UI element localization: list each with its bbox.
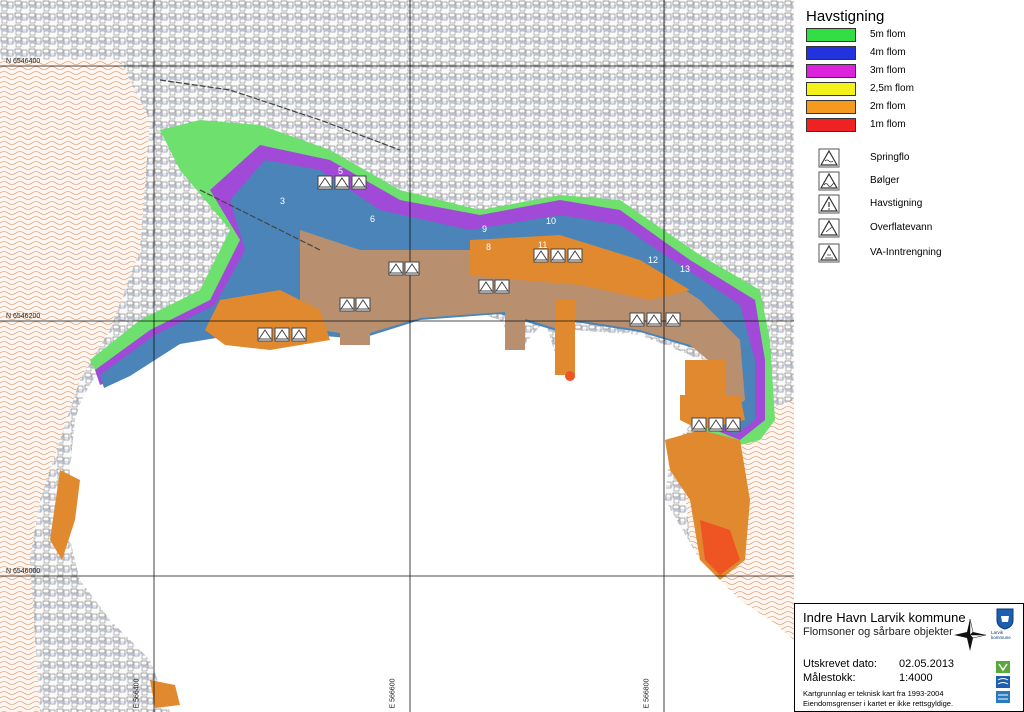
print-date-value: 02.05.2013	[899, 658, 955, 670]
springflo-warning-icon	[818, 148, 840, 168]
scale-key: Målestokk:	[803, 672, 856, 684]
warning-icon	[691, 417, 741, 432]
warning-icon	[629, 312, 681, 327]
waves-warning-icon	[818, 171, 840, 191]
warning-icon	[339, 297, 371, 312]
map-title: Indre Havn Larvik kommune	[803, 610, 966, 625]
surface-water-warning-icon	[818, 218, 840, 238]
print-date-key: Utskrevet dato:	[803, 658, 877, 670]
legend-item	[806, 82, 856, 96]
warning-icon	[317, 175, 367, 190]
legend-label: 2,5m flom	[870, 83, 914, 94]
water-intrusion-warning-icon	[818, 243, 840, 263]
legend-symbol-label: Overflatevann	[870, 222, 933, 233]
legend-swatch	[806, 100, 856, 114]
larvik-coat-of-arms-icon	[996, 608, 1014, 630]
warning-icon	[388, 261, 420, 276]
logo-text: Larvik kommune	[991, 630, 1011, 640]
flood-map[interactable]: N 6546400 N 6546200 N 6546000 E 566400 E…	[0, 0, 794, 712]
sea-rise-warning-icon	[818, 194, 840, 214]
legend-title: Havstigning	[806, 8, 885, 25]
legend-symbol-label: VA-Inntrengning	[870, 247, 942, 258]
legend-label: 2m flom	[870, 101, 906, 112]
print-date-row: Utskrevet dato: 02.05.2013	[803, 658, 954, 670]
legend-item	[806, 118, 856, 132]
map-subtitle: Flomsoner og sårbare objekter	[803, 626, 953, 638]
scale-value: 1:4000	[899, 672, 933, 684]
legend-swatch	[806, 118, 856, 132]
legend-symbol-label: Springflo	[870, 152, 910, 163]
legend-label: 3m flom	[870, 65, 906, 76]
legend-swatch	[806, 28, 856, 42]
warning-icon	[257, 327, 307, 342]
legend-label: 1m flom	[870, 119, 906, 130]
map-title-box: Indre Havn Larvik kommune Flomsoner og s…	[794, 603, 1024, 712]
warning-icon	[533, 248, 583, 263]
scale-row: Målestokk: 1:4000	[803, 672, 933, 684]
legend-item	[806, 64, 856, 78]
map-base-note: Kartgrunnlag er teknisk kart fra 1993-20…	[803, 689, 944, 698]
legend-label: 4m flom	[870, 47, 906, 58]
legend-item	[806, 28, 856, 42]
legend-label: 5m flom	[870, 29, 906, 40]
legend-symbol-label: Havstigning	[870, 198, 923, 209]
warning-icon	[478, 279, 510, 294]
map-warning-icons	[257, 175, 741, 432]
legend-swatch	[806, 46, 856, 60]
legend-swatch	[806, 64, 856, 78]
legend-item	[806, 100, 856, 114]
legend-item	[806, 46, 856, 60]
map-legend: Havstigning 5m flom 4m flom 3m flom 2,5m…	[796, 0, 1024, 600]
compass-rose-icon	[954, 618, 987, 651]
partner-logo-icon	[996, 661, 1010, 703]
legend-symbol-label: Bølger	[870, 175, 900, 186]
legend-swatch	[806, 82, 856, 96]
property-note: Eiendomsgrenser i kartet er ikke rettsgy…	[803, 699, 954, 708]
